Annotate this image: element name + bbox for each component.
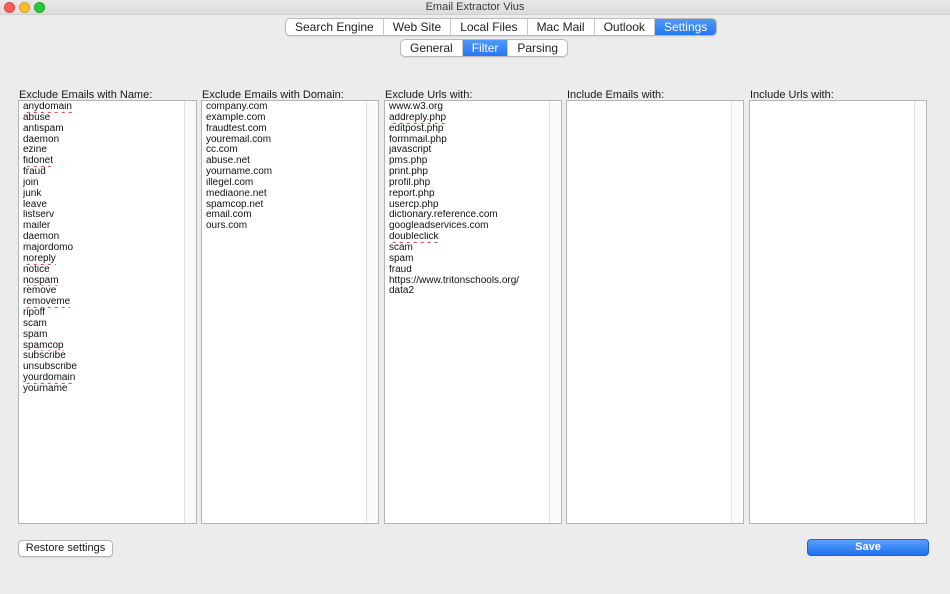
list-item: fraud: [389, 264, 412, 275]
include-emails-textarea[interactable]: [566, 100, 744, 524]
list-item: antispam: [23, 123, 64, 134]
list-item: cc.com: [206, 145, 238, 156]
list-item: example.com: [206, 112, 266, 123]
exclude-emails-name-list: anydomain abuse antispam daemon ezine fidonet…: [23, 102, 182, 395]
subtab-general[interactable]: General: [401, 40, 463, 56]
list-item: company.com: [206, 102, 268, 112]
list-item: addreply.php: [389, 112, 447, 123]
list-item: report.php: [389, 188, 435, 199]
list-item: majordomo: [23, 242, 74, 253]
main-tab-bar: Search Engine Web Site Local Files Mac Mail…: [285, 18, 718, 36]
list-item: fraud: [23, 167, 46, 178]
list-item: email.com: [206, 210, 252, 221]
exclude-emails-domain-list: company.com example.com fraudtest.com youre…: [206, 102, 364, 232]
list-item: spamcop.net: [206, 199, 264, 210]
list-item: ours.com: [206, 221, 248, 232]
list-item: mediaone.net: [206, 188, 267, 199]
tab-outlook[interactable]: Outlook: [595, 19, 655, 35]
list-item: remove: [23, 286, 57, 297]
tab-web-site[interactable]: Web Site: [384, 19, 452, 35]
list-item: fraudtest.com: [206, 123, 267, 134]
exclude-emails-domain-scrollbar[interactable]: [366, 101, 378, 523]
list-item: youremail.com: [206, 134, 272, 145]
list-item: ripoff: [23, 308, 46, 319]
list-item: listserv: [23, 210, 55, 221]
tab-local-files[interactable]: Local Files: [451, 19, 528, 35]
list-item: https://www.tritonschools.org/: [389, 275, 520, 286]
list-item: yourname.com: [206, 167, 273, 178]
tab-mac-mail[interactable]: Mac Mail: [528, 19, 595, 35]
list-item: junk: [23, 188, 42, 199]
list-item: profil.php: [389, 177, 431, 188]
include-emails-scrollbar[interactable]: [731, 101, 743, 523]
list-item: daemon: [23, 232, 60, 243]
exclude-urls-list: www.w3.org addreply.php editpost.php formma…: [389, 102, 547, 297]
list-item: www.w3.org: [389, 102, 443, 112]
list-item: scam: [23, 318, 47, 329]
list-item: yourdomain: [23, 373, 76, 384]
list-item: javascript: [389, 145, 432, 156]
list-item: spam: [23, 329, 48, 340]
list-item: unsubscribe: [23, 362, 77, 373]
list-item: data2: [389, 286, 415, 297]
save-button[interactable]: Save: [807, 539, 929, 556]
list-item: mailer: [23, 221, 51, 232]
list-item: join: [23, 177, 39, 188]
list-item: abuse: [23, 112, 51, 123]
list-item: noreply: [23, 253, 56, 264]
include-urls-scrollbar[interactable]: [914, 101, 926, 523]
subtab-parsing[interactable]: Parsing: [508, 40, 567, 56]
exclude-emails-name-textarea[interactable]: anydomain abuse antispam daemon ezine fidonet…: [18, 100, 197, 524]
filter-sub-tab-bar: General Filter Parsing: [400, 39, 569, 57]
list-item: usercp.php: [389, 199, 439, 210]
list-item: ezine: [23, 145, 47, 156]
list-item: doubleclick: [389, 232, 439, 243]
tab-settings[interactable]: Settings: [654, 19, 717, 35]
list-item: editpost.php: [389, 123, 444, 134]
list-item: print.php: [389, 167, 428, 178]
list-item: spamcop: [23, 340, 64, 351]
tab-search-engine[interactable]: Search Engine: [286, 19, 384, 35]
list-item: fidonet: [23, 156, 54, 167]
exclude-emails-domain-textarea[interactable]: company.com example.com fraudtest.com youre…: [201, 100, 379, 524]
exclude-emails-name-scrollbar[interactable]: [184, 101, 196, 523]
list-item: nospam: [23, 275, 59, 286]
list-item: spam: [389, 253, 414, 264]
list-item: removeme: [23, 297, 71, 308]
list-item: formmail.php: [389, 134, 447, 145]
list-item: abuse.net: [206, 156, 250, 167]
exclude-urls-textarea[interactable]: www.w3.org addreply.php editpost.php formma…: [384, 100, 562, 524]
list-item: dictionary.reference.com: [389, 210, 498, 221]
window-title: Email Extractor Vius: [425, 1, 525, 13]
list-item: daemon: [23, 134, 60, 145]
list-item: anydomain: [23, 102, 72, 112]
list-item: subscribe: [23, 351, 66, 362]
list-item: yourname: [23, 383, 68, 394]
include-urls-textarea[interactable]: [749, 100, 927, 524]
exclude-urls-scrollbar[interactable]: [549, 101, 561, 523]
list-item: scam: [389, 242, 413, 253]
subtab-filter[interactable]: Filter: [462, 40, 509, 56]
list-item: illegel.com: [206, 177, 254, 188]
title-bar: Email Extractor Vius: [0, 0, 950, 15]
list-item: notice: [23, 264, 50, 275]
list-item: googleadservices.com: [389, 221, 489, 232]
list-item: leave: [23, 199, 47, 210]
restore-settings-button[interactable]: Restore settings: [18, 540, 113, 557]
list-item: pms.php: [389, 156, 428, 167]
